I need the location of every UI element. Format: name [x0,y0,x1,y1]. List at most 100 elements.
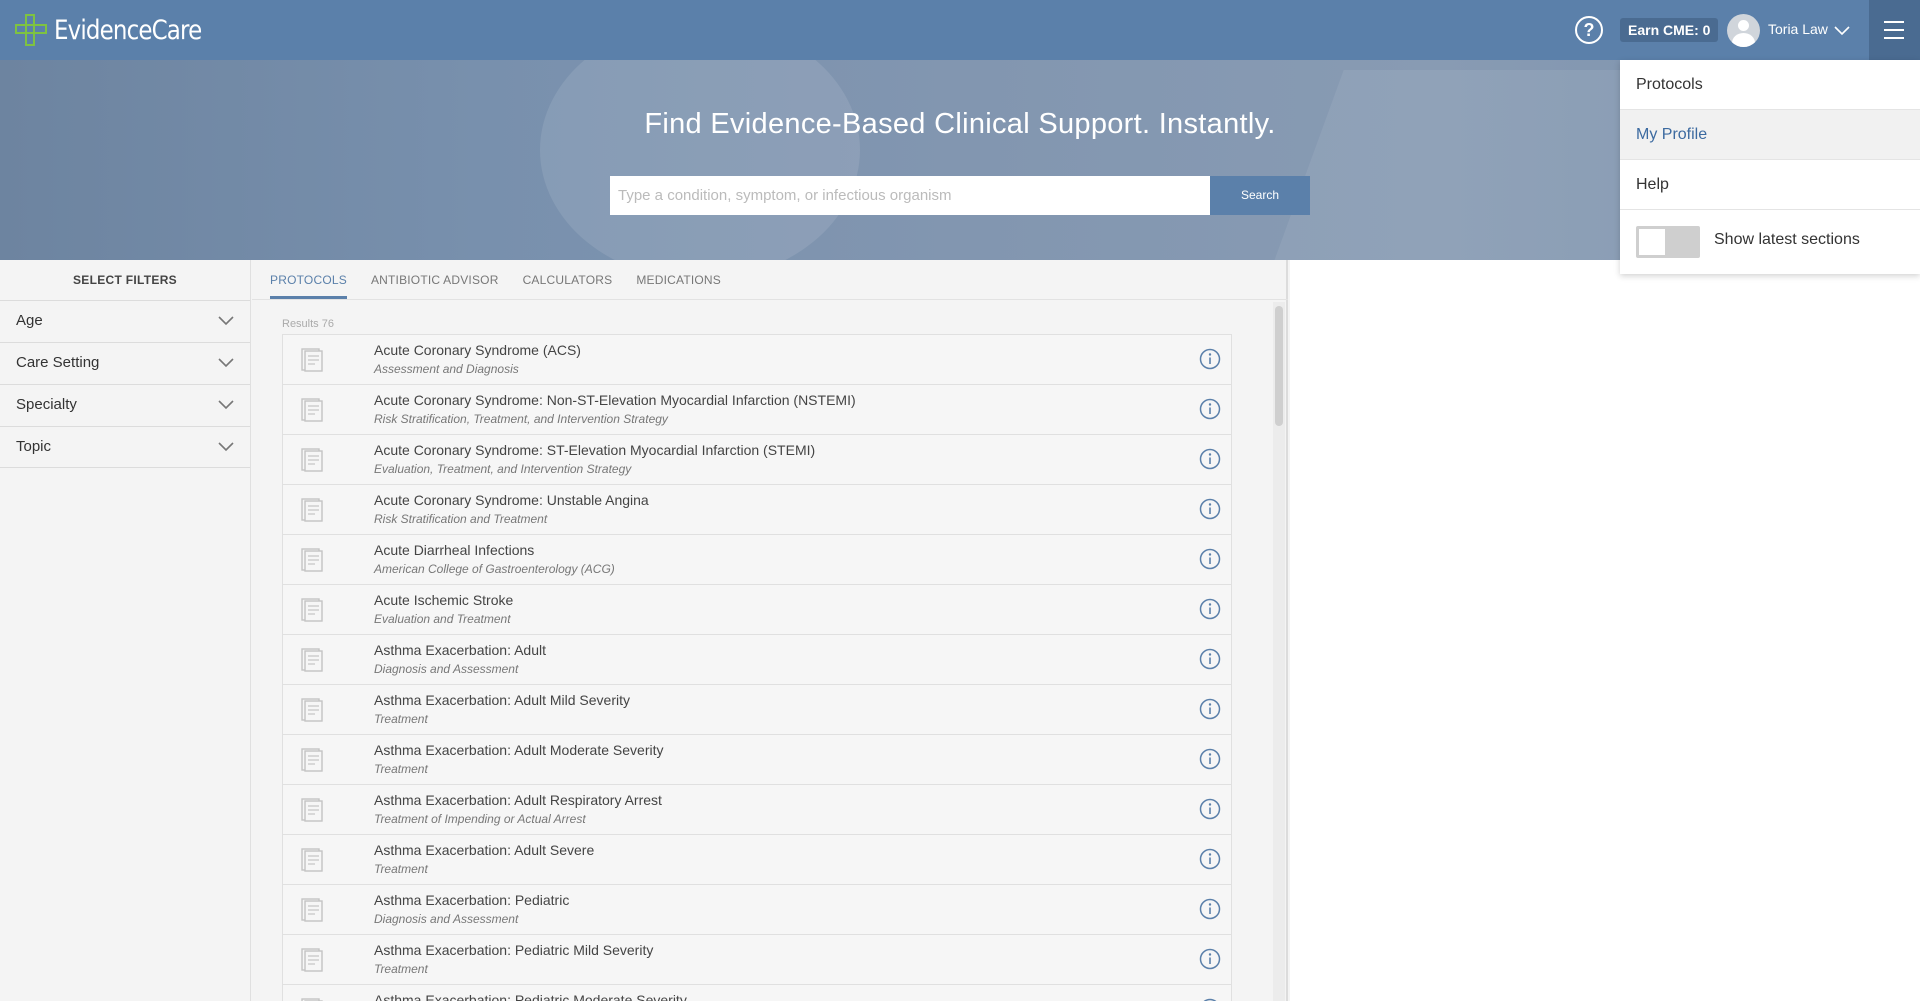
tab-antibiotic-advisor[interactable]: ANTIBIOTIC ADVISOR [371,260,499,299]
tab-medications[interactable]: MEDICATIONS [636,260,721,299]
tab-protocols[interactable]: PROTOCOLS [270,260,347,299]
result-row[interactable]: Acute Diarrheal Infections American Colle… [282,534,1232,584]
document-icon [301,948,323,972]
result-title[interactable]: Asthma Exacerbation: Pediatric Moderate … [374,992,687,1001]
info-icon[interactable] [1199,648,1221,670]
result-row[interactable]: Acute Coronary Syndrome: Unstable Angina… [282,484,1232,534]
show-latest-toggle[interactable] [1636,226,1700,258]
result-row[interactable]: Asthma Exacerbation: Adult Moderate Seve… [282,734,1232,784]
info-icon[interactable] [1199,898,1221,920]
result-subtitle: Treatment [374,712,428,726]
document-icon [301,448,323,472]
result-title[interactable]: Acute Coronary Syndrome: Unstable Angina [374,492,649,508]
result-row[interactable]: Asthma Exacerbation: Pediatric Moderate … [282,984,1232,1001]
result-subtitle: Treatment [374,962,428,976]
result-title[interactable]: Acute Coronary Syndrome: Non-ST-Elevatio… [374,392,856,408]
result-row[interactable]: Asthma Exacerbation: Adult Mild Severity… [282,684,1232,734]
filter-label: Age [16,312,43,329]
show-latest-label: Show latest sections [1714,231,1860,248]
user-avatar-icon[interactable] [1727,14,1760,47]
result-title[interactable]: Asthma Exacerbation: Pediatric [374,892,569,908]
logo-cross-icon [14,13,48,47]
result-subtitle: Diagnosis and Assessment [374,912,519,926]
earn-cme-badge[interactable]: Earn CME: 0 [1620,18,1719,42]
result-title[interactable]: Asthma Exacerbation: Adult Severe [374,842,594,858]
result-title[interactable]: Asthma Exacerbation: Adult Moderate Seve… [374,742,663,758]
result-title[interactable]: Asthma Exacerbation: Pediatric Mild Seve… [374,942,653,958]
result-subtitle: Evaluation and Treatment [374,612,511,626]
result-subtitle: American College of Gastroenterology (AC… [374,562,615,576]
document-icon [301,548,323,572]
help-circle-icon[interactable]: ? [1575,16,1603,44]
result-title[interactable]: Asthma Exacerbation: Adult Mild Severity [374,692,630,708]
result-row[interactable]: Acute Coronary Syndrome: ST-Elevation My… [282,434,1232,484]
document-icon [301,798,323,822]
result-subtitle: Treatment [374,762,428,776]
search-input[interactable] [610,176,1210,215]
show-latest-row: Show latest sections [1620,210,1920,272]
result-row[interactable]: Acute Coronary Syndrome: Non-ST-Elevatio… [282,384,1232,434]
info-icon[interactable] [1199,398,1221,420]
info-icon[interactable] [1199,348,1221,370]
result-row[interactable]: Acute Coronary Syndrome (ACS) Assessment … [282,334,1232,384]
document-icon [301,498,323,522]
document-icon [301,698,323,722]
chevron-down-icon[interactable] [1834,22,1850,38]
result-subtitle: Risk Stratification and Treatment [374,512,548,526]
info-icon[interactable] [1199,498,1221,520]
hamburger-menu-icon[interactable] [1869,0,1920,60]
filter-label: Specialty [16,396,77,413]
info-icon[interactable] [1199,948,1221,970]
info-icon[interactable] [1199,448,1221,470]
result-title[interactable]: Acute Coronary Syndrome: ST-Elevation My… [374,442,815,458]
search-button[interactable]: Search [1210,176,1310,215]
result-row[interactable]: Asthma Exacerbation: Adult Severe Treatme… [282,834,1232,884]
document-icon [301,598,323,622]
info-icon[interactable] [1199,548,1221,570]
filters-title: SELECT FILTERS [73,273,177,287]
main-content: PROTOCOLS ANTIBIOTIC ADVISOR CALCULATORS ME… [252,260,1288,1001]
info-icon[interactable] [1199,598,1221,620]
result-subtitle: Treatment [374,862,428,876]
result-row[interactable]: Asthma Exacerbation: Adult Diagnosis and … [282,634,1232,684]
info-icon[interactable] [1199,798,1221,820]
filter-specialty[interactable]: Specialty [0,384,250,426]
filter-list: Age Care Setting Specialty Topic [0,300,250,468]
detail-panel [1290,260,1920,1001]
menu-item-protocols[interactable]: Protocols [1620,60,1920,110]
document-icon [301,748,323,772]
info-icon[interactable] [1199,848,1221,870]
result-row[interactable]: Asthma Exacerbation: Pediatric Diagnosis … [282,884,1232,934]
chevron-down-icon [218,400,234,410]
result-title[interactable]: Asthma Exacerbation: Adult [374,642,546,658]
scrollbar-thumb[interactable] [1275,306,1283,426]
user-name[interactable]: Toria Law [1768,21,1828,37]
document-icon [301,398,323,422]
result-row[interactable]: Acute Ischemic Stroke Evaluation and Trea… [282,584,1232,634]
filter-age[interactable]: Age [0,300,250,342]
document-icon [301,848,323,872]
tab-bar: PROTOCOLS ANTIBIOTIC ADVISOR CALCULATORS ME… [270,260,745,299]
menu-item-help[interactable]: Help [1620,160,1920,210]
result-row[interactable]: Asthma Exacerbation: Adult Respiratory A… [282,784,1232,834]
result-title[interactable]: Asthma Exacerbation: Adult Respiratory A… [374,792,662,808]
filter-care-setting[interactable]: Care Setting [0,342,250,384]
chevron-down-icon [218,316,234,326]
menu-item-my-profile[interactable]: My Profile [1620,110,1920,160]
logo[interactable]: EvidenceCare [14,12,227,48]
result-title[interactable]: Acute Coronary Syndrome (ACS) [374,342,581,358]
result-row[interactable]: Asthma Exacerbation: Pediatric Mild Seve… [282,934,1232,984]
info-icon[interactable] [1199,698,1221,720]
tab-calculators[interactable]: CALCULATORS [523,260,613,299]
result-subtitle: Risk Stratification, Treatment, and Inte… [374,412,668,426]
result-title[interactable]: Acute Diarrheal Infections [374,542,534,558]
results-list: Acute Coronary Syndrome (ACS) Assessment … [282,334,1232,1001]
results-scrollbar[interactable] [1273,302,1285,1001]
chevron-down-icon [218,442,234,452]
result-title[interactable]: Acute Ischemic Stroke [374,592,513,608]
document-icon [301,348,323,372]
info-icon[interactable] [1199,748,1221,770]
filter-topic[interactable]: Topic [0,426,250,468]
document-icon [301,648,323,672]
chevron-down-icon [218,358,234,368]
